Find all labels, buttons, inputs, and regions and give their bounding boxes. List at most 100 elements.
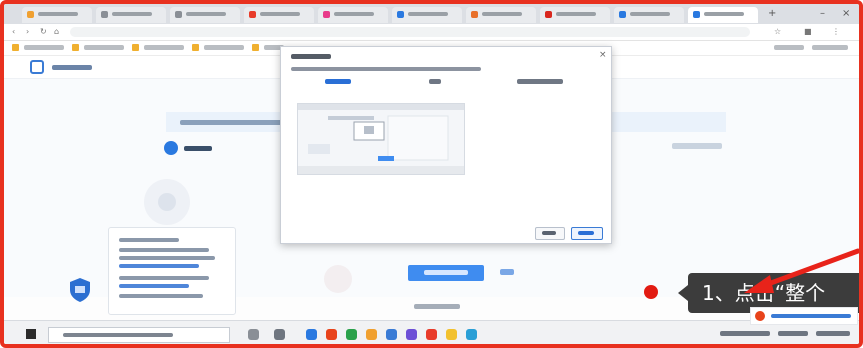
tab-label [556,12,596,16]
browser-tab[interactable] [22,7,92,23]
site-name [52,65,92,70]
tray-notification[interactable] [750,307,858,325]
taskbar-app-icon[interactable] [386,329,397,340]
star-icon[interactable]: ☆ [774,28,782,36]
browser-tab[interactable] [244,7,314,23]
tab-favicon-icon [101,11,108,18]
taskbar-app-icon[interactable] [274,329,285,340]
tray-icons[interactable] [720,331,770,336]
tab-label [482,12,522,16]
screen-preview-thumbnail[interactable] [297,103,465,175]
menu-icon[interactable]: ⋮ [832,28,840,36]
tab-label [186,12,226,16]
tab-label [704,12,744,16]
taskbar-app-icon[interactable] [446,329,457,340]
taskbar-search-box[interactable] [48,327,230,343]
tray-language[interactable] [778,331,808,336]
close-icon[interactable]: × [599,50,607,60]
status-dot-icon [164,141,178,155]
reload-icon[interactable]: ↻ [40,28,48,36]
taskbar-app-icon[interactable] [366,329,377,340]
tab-label [112,12,152,16]
dialog-tab-browser-tab[interactable] [517,79,563,84]
side-link[interactable] [500,269,514,275]
bookmark-item[interactable] [84,45,124,50]
bookmark-item[interactable] [204,45,244,50]
bookmark-item[interactable] [774,45,804,50]
tab-label [630,12,670,16]
browser-tab[interactable] [318,7,388,23]
browser-tab[interactable] [96,7,166,23]
tab-favicon-icon [471,11,478,18]
tab-label [408,12,448,16]
taskbar-app-icon[interactable] [306,329,317,340]
tab-label [260,12,300,16]
minimize-icon[interactable]: – [820,8,825,19]
dialog-tab-window[interactable] [429,79,441,84]
card-line [119,294,203,298]
screenshot-frame: + – × ‹ › ↻ ⌂ ☆ ■ ⋮ × [0,0,863,348]
share-screen-dialog: × [280,46,612,244]
decorative-circle [144,179,190,225]
windows-taskbar [4,307,859,344]
bookmark-icon[interactable] [192,44,199,51]
card-line [119,276,209,280]
taskbar-app-icon[interactable] [248,329,259,340]
share-button[interactable] [571,227,603,240]
browser-tab[interactable] [170,7,240,23]
click-marker-icon [644,285,658,299]
bookmark-item[interactable] [24,45,64,50]
browser-tab[interactable] [392,7,462,23]
tab-favicon-icon [249,11,256,18]
taskbar-app-icon[interactable] [466,329,477,340]
dialog-description [291,67,481,71]
logo-icon[interactable] [30,60,44,74]
bookmark-item[interactable] [144,45,184,50]
tab-label [38,12,78,16]
url-field[interactable] [70,27,750,37]
bookmark-icon[interactable] [12,44,19,51]
cancel-button[interactable] [535,227,565,240]
new-tab-icon[interactable]: + [768,8,776,19]
tab-label [334,12,374,16]
tab-favicon-icon [323,11,330,18]
forward-icon[interactable]: › [26,28,34,36]
tab-favicon-icon [175,11,182,18]
taskbar-app-icon[interactable] [326,329,337,340]
bookmark-item[interactable] [812,45,848,50]
bookmark-icon[interactable] [252,44,259,51]
close-window-icon[interactable]: × [842,8,850,19]
card-link[interactable] [119,284,189,288]
dialog-title [291,54,331,59]
start-button[interactable] [408,265,484,281]
browser-tab[interactable] [540,7,610,23]
browser-tab[interactable] [614,7,684,23]
taskbar-app-icon[interactable] [426,329,437,340]
tray-clock [816,331,850,336]
home-icon[interactable]: ⌂ [54,28,62,36]
taskbar-app-icon[interactable] [346,329,357,340]
header-link[interactable] [672,143,722,149]
tab-favicon-icon [693,11,700,18]
dialog-tab-entire-screen[interactable] [325,79,351,84]
info-card [108,227,236,315]
bookmark-icon[interactable] [72,44,79,51]
browser-tab-active[interactable] [688,7,758,23]
footer-text [414,304,460,309]
extension-icon[interactable]: ■ [804,28,812,36]
back-icon[interactable]: ‹ [12,28,20,36]
card-line [119,238,179,242]
address-bar: ‹ › ↻ ⌂ ☆ ■ ⋮ [4,24,859,41]
tray-notification-text [771,314,851,318]
callout-pointer [678,285,688,301]
tab-favicon-icon [619,11,626,18]
taskbar-app-icon[interactable] [406,329,417,340]
shield-icon [70,278,90,302]
tab-favicon-icon [27,11,34,18]
bookmark-icon[interactable] [132,44,139,51]
tray-app-icon [755,311,765,321]
browser-tab[interactable] [466,7,536,23]
card-link[interactable] [119,264,199,268]
tab-favicon-icon [397,11,404,18]
windows-start-icon[interactable] [26,329,36,339]
